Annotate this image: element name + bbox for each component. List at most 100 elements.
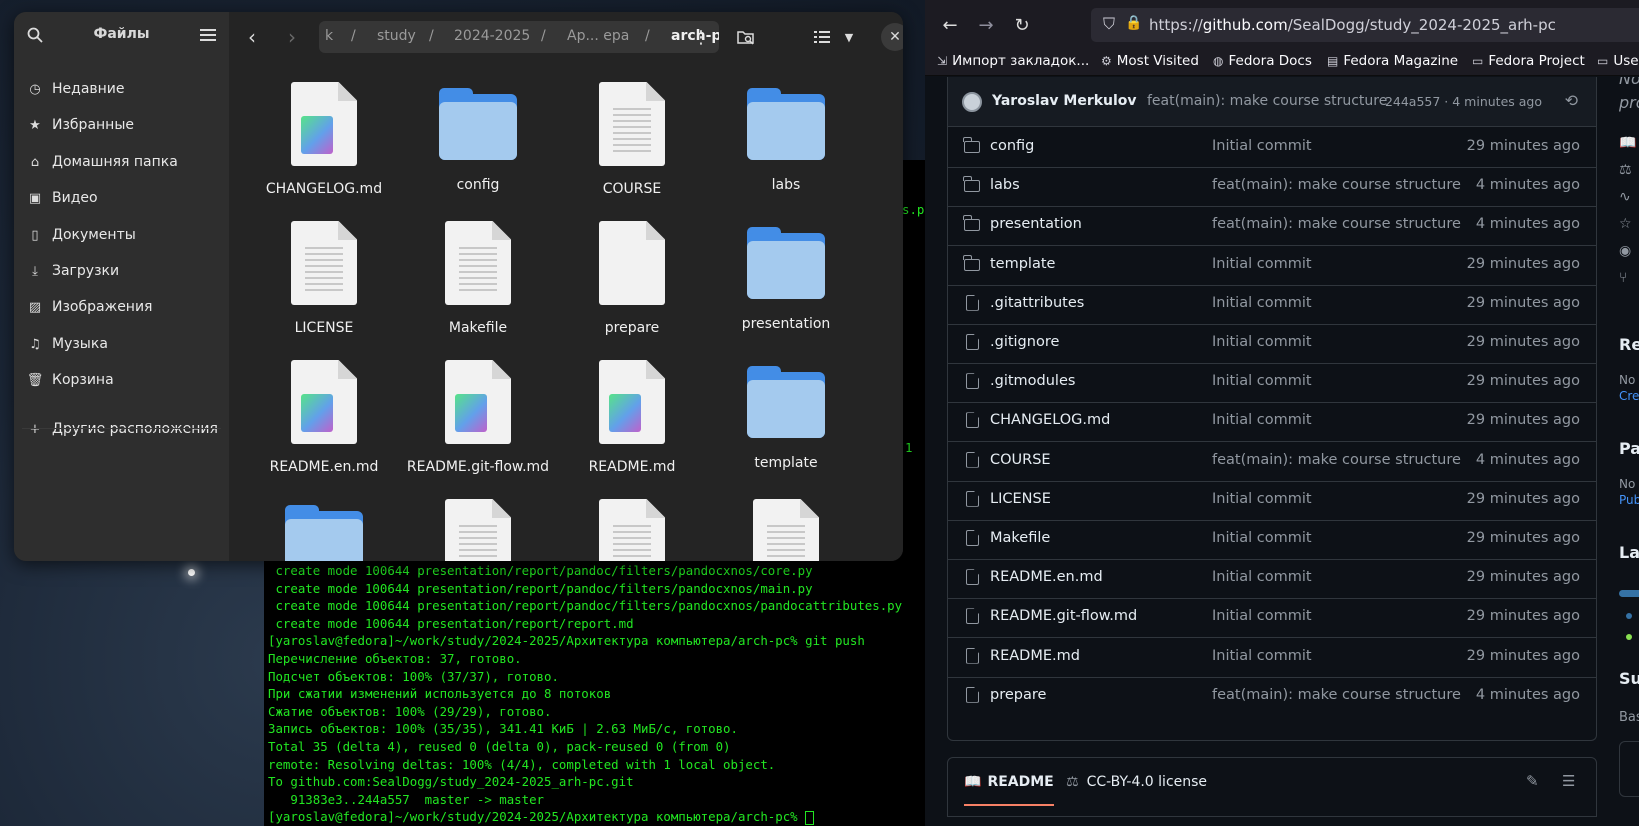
- file-item[interactable]: [557, 499, 707, 561]
- outline-button[interactable]: ☰: [1562, 772, 1575, 790]
- table-row[interactable]: .gitattributes Initial commit 29 minutes a…: [948, 284, 1596, 325]
- folder-item[interactable]: labs: [711, 82, 861, 194]
- create-release-link[interactable]: Cre: [1619, 389, 1639, 403]
- file-item[interactable]: README.en.md: [249, 360, 399, 476]
- back-button[interactable]: ‹: [239, 24, 265, 50]
- sidebar-item-home[interactable]: ⌂ Домашняя папка: [20, 145, 223, 179]
- row-file-name[interactable]: presentation: [990, 216, 1082, 232]
- sidebar-item-document[interactable]: ▯ Документы: [20, 218, 223, 252]
- row-file-name[interactable]: README.md: [990, 648, 1080, 664]
- commit-message[interactable]: feat(main): make course structure: [1147, 93, 1387, 109]
- folder-item[interactable]: template: [711, 360, 861, 472]
- row-file-name[interactable]: README.git-flow.md: [990, 608, 1137, 624]
- releases-heading[interactable]: Re: [1619, 335, 1639, 354]
- path-segment[interactable]: study: [377, 28, 416, 44]
- browser-back-button[interactable]: ←: [937, 12, 963, 38]
- row-commit-message[interactable]: feat(main): make course structure: [1212, 216, 1461, 232]
- row-commit-message[interactable]: feat(main): make course structure: [1212, 177, 1461, 193]
- table-row[interactable]: README.md Initial commit 29 minutes ago: [948, 637, 1596, 678]
- row-commit-message[interactable]: Initial commit: [1212, 295, 1312, 311]
- close-button[interactable]: ✕: [881, 23, 903, 51]
- row-commit-message[interactable]: Initial commit: [1212, 530, 1312, 546]
- row-commit-message[interactable]: Initial commit: [1212, 608, 1312, 624]
- sidebar-item-download[interactable]: ⤓ Загрузки: [20, 254, 223, 288]
- row-file-name[interactable]: .gitmodules: [990, 373, 1075, 389]
- folder-item[interactable]: presentation: [711, 221, 861, 333]
- row-file-name[interactable]: Makefile: [990, 530, 1050, 546]
- path-bar[interactable]: k / study / 2024-2025 / Ар... ера / arch…: [319, 21, 719, 53]
- sidebar-item-trash[interactable]: 🗑 Корзина: [20, 363, 223, 397]
- row-file-name[interactable]: template: [990, 256, 1055, 272]
- bookmark-import[interactable]: ⇲ Импорт закладок...: [937, 53, 1089, 69]
- table-row[interactable]: Makefile Initial commit 29 minutes ago: [948, 519, 1596, 560]
- table-row[interactable]: README.git-flow.md Initial commit 29 minut…: [948, 597, 1596, 639]
- path-segment[interactable]: Ар... ера: [567, 28, 629, 44]
- bookmark-fedora-magazine[interactable]: ▤ Fedora Magazine: [1327, 53, 1458, 69]
- path-segment[interactable]: 2024-2025: [454, 28, 530, 44]
- main-menu-button[interactable]: [197, 24, 219, 46]
- file-item[interactable]: [711, 499, 861, 561]
- bookmark-fedora-project[interactable]: ▭ Fedora Project: [1472, 53, 1585, 69]
- bookmark-use[interactable]: ▭ Use: [1597, 53, 1639, 69]
- bookmark-fedora-docs[interactable]: ◍ Fedora Docs: [1213, 53, 1312, 69]
- commit-author[interactable]: Yaroslav Merkulov: [992, 93, 1137, 109]
- row-commit-message[interactable]: Initial commit: [1212, 373, 1312, 389]
- sidebar-item-star[interactable]: ★ Избранные: [20, 108, 223, 142]
- row-file-name[interactable]: COURSE: [990, 452, 1051, 468]
- file-item[interactable]: LICENSE: [249, 221, 399, 337]
- row-file-name[interactable]: .gitignore: [990, 334, 1059, 350]
- path-segment[interactable]: k: [325, 28, 333, 44]
- avatar[interactable]: [962, 92, 982, 112]
- table-row[interactable]: COURSE feat(main): make course structure 4…: [948, 441, 1596, 482]
- folder-item[interactable]: [249, 499, 399, 561]
- row-commit-message[interactable]: feat(main): make course structure: [1212, 687, 1461, 703]
- row-commit-message[interactable]: Initial commit: [1212, 569, 1312, 585]
- row-commit-message[interactable]: Initial commit: [1212, 334, 1312, 350]
- table-row[interactable]: presentation feat(main): make course stru…: [948, 205, 1596, 247]
- file-item[interactable]: README.git-flow.md: [403, 360, 553, 476]
- row-file-name[interactable]: labs: [990, 177, 1020, 193]
- table-row[interactable]: labs feat(main): make course structure 4 m…: [948, 166, 1596, 208]
- file-item[interactable]: CHANGELOG.md: [249, 82, 399, 198]
- sidebar-item-music[interactable]: ♫ Музыка: [20, 327, 223, 361]
- publish-package-link[interactable]: Pub: [1619, 493, 1639, 507]
- row-commit-message[interactable]: Initial commit: [1212, 256, 1312, 272]
- table-row[interactable]: LICENSE Initial commit 29 minutes ago: [948, 480, 1596, 521]
- edit-readme-button[interactable]: ✎: [1526, 772, 1539, 790]
- file-item[interactable]: Makefile: [403, 221, 553, 337]
- row-commit-message[interactable]: Initial commit: [1212, 412, 1312, 428]
- row-commit-message[interactable]: feat(main): make course structure: [1212, 452, 1461, 468]
- table-row[interactable]: CHANGELOG.md Initial commit 29 minutes ago: [948, 401, 1596, 443]
- sidebar-item-video[interactable]: ▣ Видео: [20, 181, 223, 215]
- file-item[interactable]: prepare: [557, 221, 707, 337]
- bookmark-most-visited[interactable]: ⚙ Most Visited: [1101, 53, 1199, 69]
- commit-meta[interactable]: 244a557 · 4 minutes ago: [1385, 94, 1542, 109]
- view-options-button[interactable]: ▼: [839, 24, 859, 50]
- table-row[interactable]: .gitmodules Initial commit 29 minutes ago: [948, 362, 1596, 404]
- reload-button[interactable]: ↻: [1009, 12, 1035, 38]
- sidebar-item-clock[interactable]: ◷ Недавние: [20, 72, 223, 106]
- table-row[interactable]: config Initial commit 29 minutes ago: [948, 127, 1596, 168]
- packages-heading[interactable]: Pa: [1619, 439, 1639, 458]
- row-commit-message[interactable]: Initial commit: [1212, 138, 1312, 154]
- row-file-name[interactable]: prepare: [990, 687, 1046, 703]
- view-list-button[interactable]: [807, 24, 837, 50]
- suggested-card[interactable]: [1619, 741, 1639, 797]
- table-row[interactable]: prepare feat(main): make course structure…: [948, 676, 1596, 717]
- tab-license[interactable]: ⚖ CC-BY-4.0 license: [1066, 774, 1207, 790]
- row-file-name[interactable]: .gitattributes: [990, 295, 1084, 311]
- row-commit-message[interactable]: Initial commit: [1212, 648, 1312, 664]
- row-file-name[interactable]: README.en.md: [990, 569, 1103, 585]
- file-item[interactable]: [403, 499, 553, 561]
- history-icon[interactable]: ⟲: [1565, 91, 1578, 110]
- row-commit-message[interactable]: Initial commit: [1212, 491, 1312, 507]
- file-item[interactable]: COURSE: [557, 82, 707, 198]
- table-row[interactable]: template Initial commit 29 minutes ago: [948, 245, 1596, 286]
- folder-item[interactable]: config: [403, 82, 553, 194]
- tab-readme[interactable]: 📖 README: [964, 758, 1054, 806]
- terminal-cursor[interactable]: [805, 810, 815, 825]
- browser-forward-button[interactable]: →: [973, 12, 999, 38]
- path-options-button[interactable]: ⋮: [689, 24, 713, 50]
- file-item[interactable]: README.md: [557, 360, 707, 476]
- row-file-name[interactable]: config: [990, 138, 1034, 154]
